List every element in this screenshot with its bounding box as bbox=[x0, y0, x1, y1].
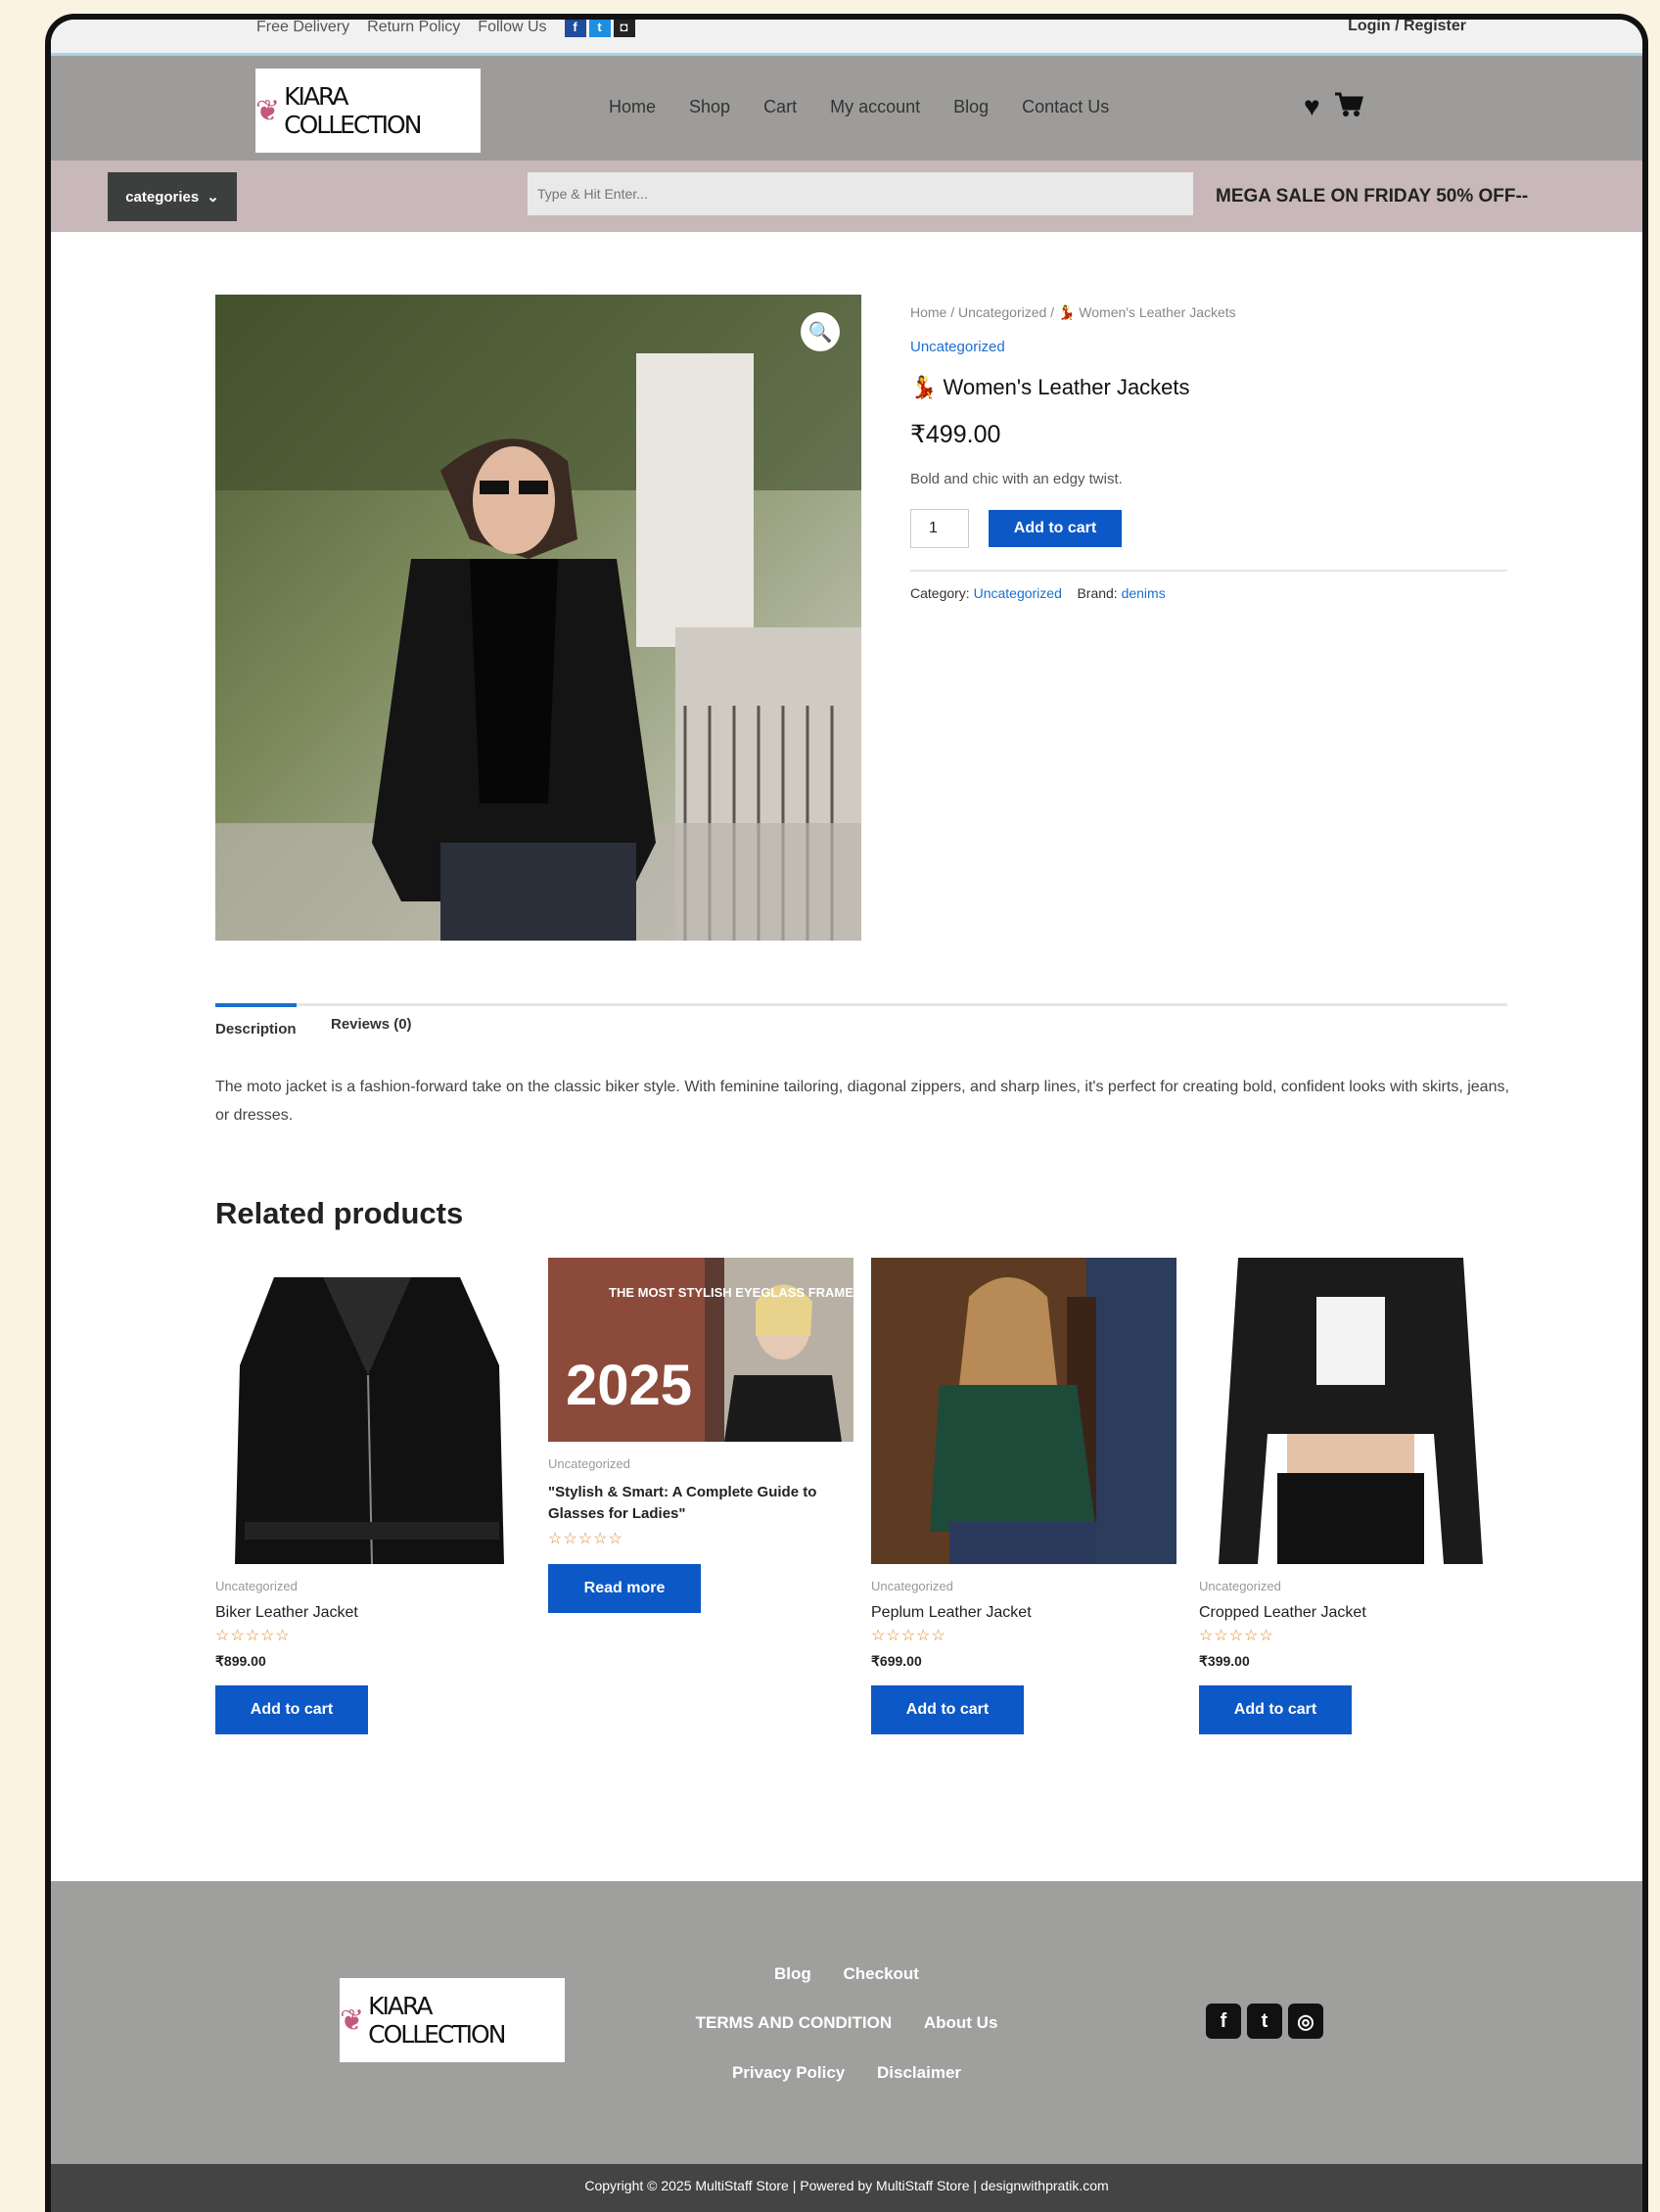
login-register-link[interactable]: Login / Register bbox=[1348, 20, 1466, 35]
product-tabs: Description Reviews (0) bbox=[215, 1003, 1507, 1037]
related-product-price: ₹399.00 bbox=[1199, 1653, 1250, 1669]
nav-cart[interactable]: Cart bbox=[763, 97, 797, 117]
site-logo[interactable]: ❦ KIARA COLLECTION bbox=[255, 69, 481, 153]
footer-social: f t ◎ bbox=[1206, 2004, 1323, 2039]
product-short-description: Bold and chic with an edgy twist. bbox=[910, 471, 1123, 487]
related-product-image[interactable]: THE MOST STYLISH EYEGLASS FRAMES FOR 202… bbox=[548, 1258, 853, 1442]
footer-link-blog[interactable]: Blog bbox=[774, 1964, 811, 1983]
promo-text: MEGA SALE ON FRIDAY 50% OFF-- bbox=[1216, 186, 1529, 207]
browser-frame: Free Delivery Return Policy Follow Us ft… bbox=[45, 14, 1648, 2212]
categories-label: categories bbox=[125, 188, 200, 206]
add-to-cart-button[interactable]: Add to cart bbox=[989, 510, 1122, 547]
related-product-name[interactable]: Peplum Leather Jacket bbox=[871, 1604, 1176, 1622]
product-category-link[interactable]: Uncategorized bbox=[910, 339, 1507, 355]
product-image[interactable]: 🔍 bbox=[215, 295, 861, 941]
zoom-icon[interactable]: 🔍 bbox=[801, 312, 840, 351]
tab-reviews[interactable]: Reviews (0) bbox=[331, 1016, 412, 1033]
category-bar: categories ⌄ MEGA SALE ON FRIDAY 50% OFF… bbox=[51, 161, 1642, 232]
tab-description[interactable]: Description bbox=[215, 1003, 297, 1037]
related-product-price: ₹899.00 bbox=[215, 1653, 266, 1669]
facebook-icon[interactable]: f bbox=[564, 20, 586, 37]
chevron-down-icon: ⌄ bbox=[207, 189, 219, 206]
related-product-card: Uncategorized Biker Leather Jacket ☆☆☆☆☆… bbox=[215, 1258, 521, 1734]
product-summary: Home / Uncategorized / 💃 Women's Leather… bbox=[910, 295, 1507, 601]
cropped-jacket-photo bbox=[1199, 1258, 1504, 1564]
rating-stars: ☆☆☆☆☆ bbox=[215, 1628, 291, 1644]
add-to-cart-button[interactable]: Add to cart bbox=[1199, 1685, 1352, 1734]
read-more-button[interactable]: Read more bbox=[548, 1564, 701, 1613]
related-product-name[interactable]: Cropped Leather Jacket bbox=[1199, 1604, 1504, 1622]
meta-category-link[interactable]: Uncategorized bbox=[974, 585, 1062, 601]
related-product-card: THE MOST STYLISH EYEGLASS FRAMES FOR 202… bbox=[548, 1258, 853, 1613]
product-photo bbox=[215, 295, 861, 941]
heart-icon[interactable]: ♥ bbox=[1304, 91, 1320, 122]
product-price: ₹499.00 bbox=[910, 421, 1001, 448]
related-product-name[interactable]: Biker Leather Jacket bbox=[215, 1604, 521, 1622]
rating-stars: ☆☆☆☆☆ bbox=[1199, 1628, 1274, 1644]
related-product-card: Uncategorized Cropped Leather Jacket ☆☆☆… bbox=[1199, 1258, 1504, 1734]
instagram-icon[interactable]: ◎ bbox=[1288, 2004, 1323, 2039]
banner-text: THE MOST STYLISH EYEGLASS FRAMES FOR bbox=[609, 1285, 853, 1300]
nav-contact-us[interactable]: Contact Us bbox=[1022, 97, 1109, 117]
footer-link-privacy[interactable]: Privacy Policy bbox=[732, 2063, 845, 2082]
add-to-cart-button[interactable]: Add to cart bbox=[215, 1685, 368, 1734]
product-title: 💃 Women's Leather Jackets bbox=[910, 375, 1190, 399]
nav-my-account[interactable]: My account bbox=[830, 97, 920, 117]
footer-link-checkout[interactable]: Checkout bbox=[844, 1964, 919, 1983]
butterfly-icon: ❦ bbox=[255, 94, 281, 127]
meta-brand-link[interactable]: denims bbox=[1122, 585, 1166, 601]
add-to-cart-button[interactable]: Add to cart bbox=[871, 1685, 1024, 1734]
related-product-name[interactable]: "Stylish & Smart: A Complete Guide to Gl… bbox=[548, 1482, 853, 1525]
return-policy-link[interactable]: Return Policy bbox=[367, 20, 460, 36]
quantity-input[interactable]: 1 bbox=[910, 509, 969, 548]
breadcrumb[interactable]: Home / Uncategorized / 💃 Women's Leather… bbox=[910, 304, 1507, 321]
eyeglasses-banner-photo: THE MOST STYLISH EYEGLASS FRAMES FOR 202… bbox=[548, 1258, 853, 1442]
nav-home[interactable]: Home bbox=[609, 97, 656, 117]
related-product-image[interactable] bbox=[215, 1258, 521, 1564]
related-product-image[interactable] bbox=[1199, 1258, 1504, 1564]
instagram-icon[interactable]: ◘ bbox=[613, 20, 635, 37]
footer-link-terms[interactable]: TERMS AND CONDITION bbox=[696, 2013, 893, 2032]
meta-brand-label: Brand: bbox=[1077, 585, 1118, 601]
related-product-category[interactable]: Uncategorized bbox=[215, 1579, 521, 1593]
meta-category-label: Category: bbox=[910, 585, 970, 601]
related-product-category[interactable]: Uncategorized bbox=[548, 1456, 853, 1471]
related-product-price: ₹699.00 bbox=[871, 1653, 922, 1669]
footer-link-disclaimer[interactable]: Disclaimer bbox=[877, 2063, 961, 2082]
logo-text: KIARA COLLECTION bbox=[284, 82, 422, 139]
follow-us-text: Follow Us bbox=[478, 19, 547, 35]
search-input[interactable] bbox=[528, 172, 1193, 215]
cart-icon[interactable] bbox=[1334, 91, 1363, 118]
related-product-category[interactable]: Uncategorized bbox=[1199, 1579, 1504, 1593]
facebook-icon[interactable]: f bbox=[1206, 2004, 1241, 2039]
related-product-category[interactable]: Uncategorized bbox=[871, 1579, 1176, 1593]
description-text: The moto jacket is a fashion-forward tak… bbox=[215, 1079, 1509, 1124]
peplum-jacket-photo bbox=[871, 1258, 1176, 1564]
rating-stars: ☆☆☆☆☆ bbox=[548, 1531, 623, 1547]
twitter-icon[interactable]: t bbox=[588, 20, 611, 37]
biker-jacket-photo bbox=[215, 1258, 521, 1564]
categories-dropdown[interactable]: categories ⌄ bbox=[108, 172, 237, 221]
main-nav: Home Shop Cart My account Blog Contact U… bbox=[609, 97, 1109, 117]
copyright-bar: Copyright © 2025 MultiStaff Store | Powe… bbox=[51, 2164, 1642, 2212]
twitter-icon[interactable]: t bbox=[1247, 2004, 1282, 2039]
rating-stars: ☆☆☆☆☆ bbox=[871, 1628, 946, 1644]
free-delivery-text: Free Delivery bbox=[256, 19, 350, 35]
footer-link-about[interactable]: About Us bbox=[924, 2013, 998, 2032]
related-product-card: Uncategorized Peplum Leather Jacket ☆☆☆☆… bbox=[871, 1258, 1176, 1734]
site-header: ❦ KIARA COLLECTION Home Shop Cart My acc… bbox=[51, 56, 1642, 161]
banner-year: 2025 bbox=[566, 1354, 692, 1417]
related-products-title: Related products bbox=[215, 1196, 464, 1230]
top-bar: Free Delivery Return Policy Follow Us ft… bbox=[51, 20, 1642, 56]
site-footer: ❦ KIARA COLLECTION Blog Checkout TERMS A… bbox=[51, 1881, 1642, 2164]
nav-shop[interactable]: Shop bbox=[689, 97, 730, 117]
nav-blog[interactable]: Blog bbox=[953, 97, 989, 117]
product-meta: Category: Uncategorized Brand: denims bbox=[910, 570, 1507, 601]
related-product-image[interactable] bbox=[871, 1258, 1176, 1564]
